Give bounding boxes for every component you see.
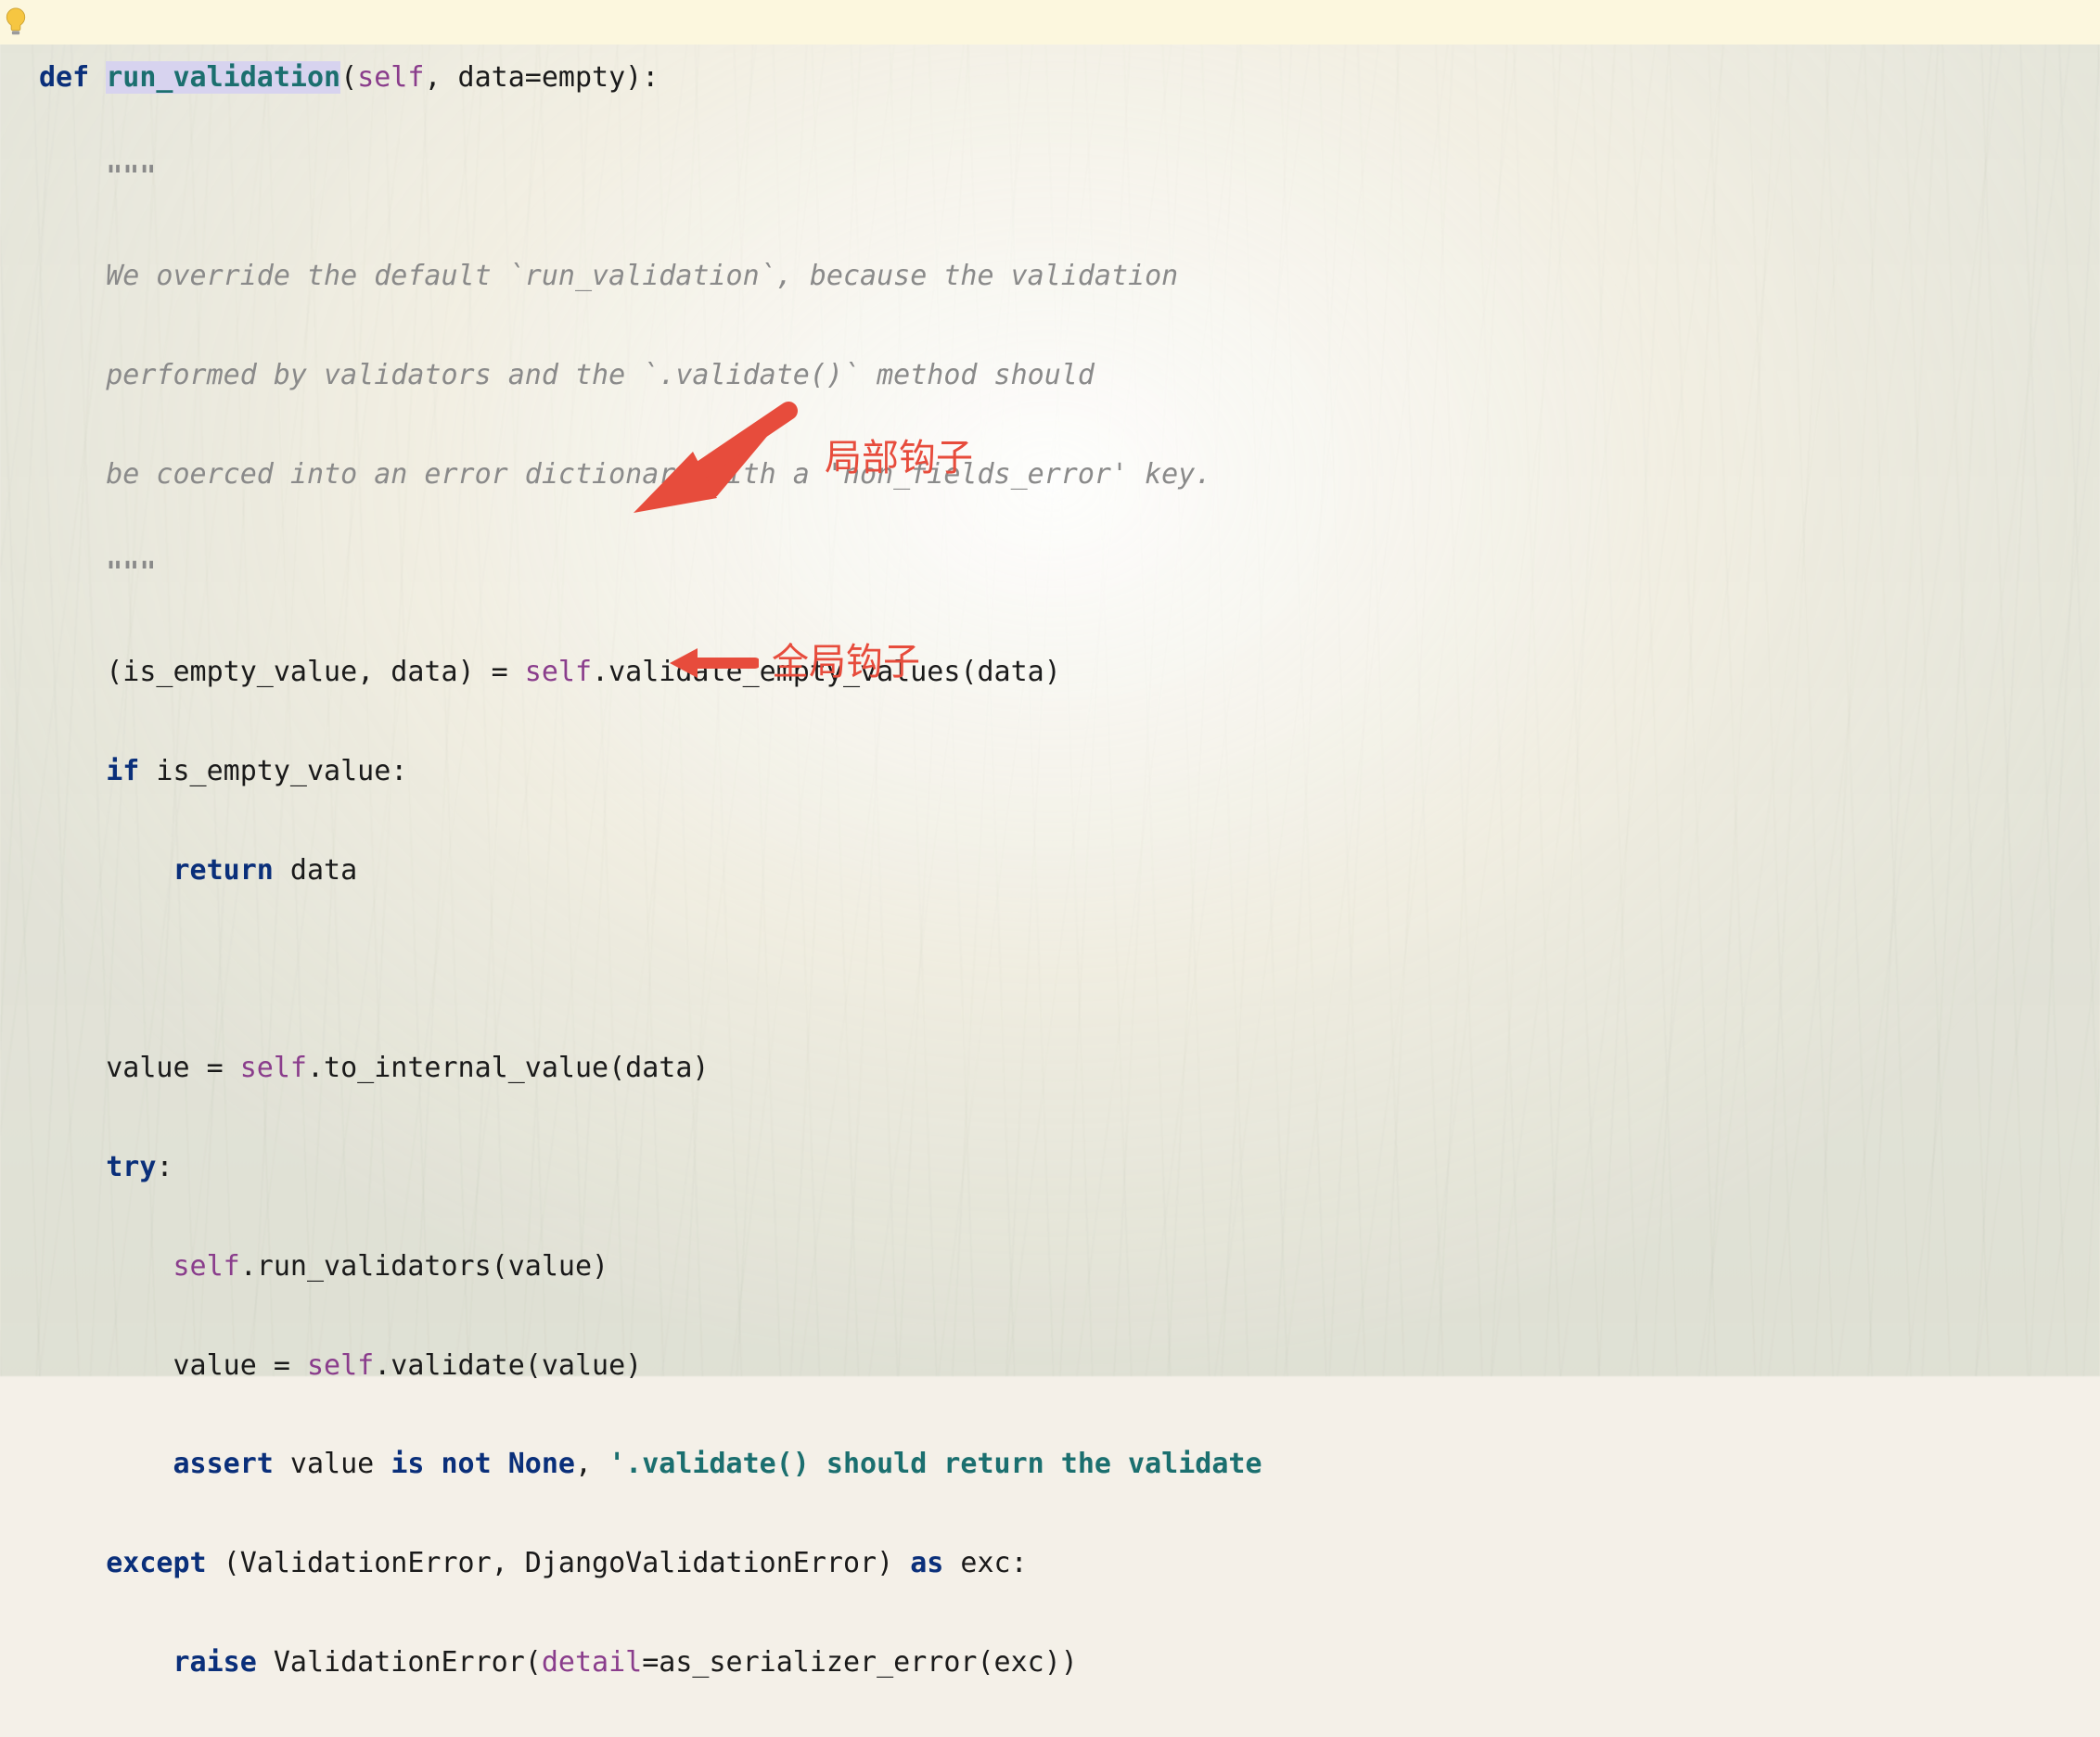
keyword-self: self	[525, 656, 592, 688]
code-line[interactable]: be coerced into an error dictionary with…	[39, 450, 2100, 499]
annotation-label: 全局钩子	[772, 630, 920, 696]
sig-open: (	[340, 61, 357, 94]
code-line[interactable]: assert value is not None, '.validate() s…	[39, 1439, 2100, 1488]
arrow-icon	[626, 394, 812, 524]
assign-left: value =	[106, 1052, 240, 1084]
assign-left: value =	[173, 1349, 308, 1382]
annotation-global-hook: 全局钩子	[670, 630, 920, 696]
keyword-self: self	[307, 1349, 374, 1382]
keyword-try: try	[106, 1151, 156, 1183]
call-to-internal-value: .to_internal_value(data)	[307, 1052, 709, 1084]
function-name-selected[interactable]: run_validation	[106, 61, 340, 94]
keyword-self: self	[173, 1250, 240, 1283]
code-line[interactable]: """	[39, 152, 2100, 201]
try-colon: :	[156, 1151, 173, 1183]
code-line[interactable]: value = self.validate(value)	[39, 1341, 2100, 1390]
assign-left: (is_empty_value, data) =	[106, 656, 525, 688]
keyword-except: except	[106, 1547, 206, 1579]
code-line[interactable]: raise ValidationError(detail=as_serializ…	[39, 1638, 2100, 1687]
keyword-as: as	[910, 1547, 943, 1579]
code-editor[interactable]: def run_validation(self, data=empty): ""…	[0, 0, 2100, 1737]
sig-rest: , data=empty):	[424, 61, 659, 94]
code-line[interactable]: self.run_validators(value)	[39, 1242, 2100, 1291]
arrow-icon	[670, 643, 759, 683]
code-line[interactable]: (is_empty_value, data) = self.validate_e…	[39, 647, 2100, 696]
keyword-return: return	[173, 854, 274, 887]
keyword-if: if	[106, 755, 139, 787]
keyword-assert: assert	[173, 1448, 274, 1480]
comma: ,	[575, 1448, 608, 1480]
code-line[interactable]: def run_validation(self, data=empty):	[39, 53, 2100, 102]
keyword-self: self	[357, 61, 424, 94]
raise-call-tail: =as_serializer_error(exc))	[642, 1646, 1078, 1679]
docstring-line: We override the default `run_validation`…	[106, 260, 1178, 292]
call-run-validators: .run_validators(value)	[240, 1250, 608, 1283]
docstring-quote: """	[106, 160, 156, 193]
call-validate: .validate(value)	[374, 1349, 642, 1382]
assert-value: value	[274, 1448, 391, 1480]
kwarg-detail: detail	[542, 1646, 642, 1679]
return-value: data	[274, 854, 357, 887]
annotation-label: 局部钩子	[825, 426, 973, 492]
code-line[interactable]: We override the default `run_validation`…	[39, 251, 2100, 300]
docstring-quote: """	[106, 556, 156, 589]
code-line[interactable]: value = self.to_internal_value(data)	[39, 1043, 2100, 1092]
keyword-raise: raise	[173, 1646, 257, 1679]
if-cond: is_empty_value:	[139, 755, 407, 787]
code-line[interactable]: except (ValidationError, DjangoValidatio…	[39, 1539, 2100, 1588]
code-line[interactable]: try:	[39, 1143, 2100, 1192]
code-line[interactable]: """	[39, 548, 2100, 597]
lightbulb-icon[interactable]	[4, 6, 28, 37]
code-line[interactable]: performed by validators and the `.valida…	[39, 351, 2100, 400]
except-types: (ValidationError, DjangoValidationError)	[207, 1547, 911, 1579]
raise-call-open: ValidationError(	[257, 1646, 542, 1679]
docstring-line: performed by validators and the `.valida…	[106, 359, 1095, 391]
code-line[interactable]: return data	[39, 846, 2100, 895]
except-var: exc:	[943, 1547, 1027, 1579]
keyword-self: self	[240, 1052, 307, 1084]
keyword-is-not-none: is not None	[391, 1448, 575, 1480]
keyword-def: def	[39, 61, 89, 94]
code-line[interactable]	[39, 944, 2100, 993]
code-line[interactable]: if is_empty_value:	[39, 747, 2100, 796]
annotation-local-hook: 局部钩子	[626, 394, 973, 524]
string-literal: '.validate() should return the validate	[608, 1448, 1261, 1480]
